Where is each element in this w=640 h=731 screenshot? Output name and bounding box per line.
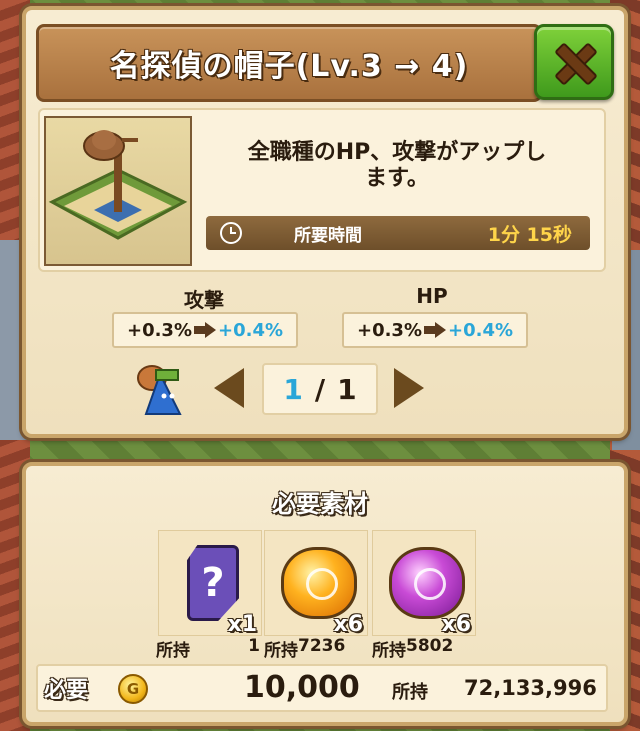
pager-separator: / xyxy=(314,372,326,406)
material-owned: 所持 1 xyxy=(156,636,260,661)
hat-stand-illustration xyxy=(48,130,188,240)
purple-gem-icon xyxy=(389,547,465,619)
stat-box-hp: +0.3% +0.4% xyxy=(342,312,528,348)
material-owned: 所持 7236 xyxy=(264,636,368,661)
time-bar: 所要時間 1分 15秒 xyxy=(206,216,590,250)
description-line-1: 全職種のHP、攻撃がアップし xyxy=(247,140,547,165)
materials-title: 必要素材 xyxy=(272,490,368,518)
character-icon xyxy=(128,356,192,416)
close-button[interactable] xyxy=(534,24,614,100)
stat-box-attack: +0.3% +0.4% xyxy=(112,312,298,348)
mystery-item-icon: ? xyxy=(187,545,239,621)
pager-prev-button[interactable] xyxy=(214,368,244,408)
owned-label: 所持 xyxy=(372,641,406,661)
material-slot[interactable]: ? x1 xyxy=(158,530,262,637)
stat-to: +0.4% xyxy=(448,319,514,341)
material-count: x6 xyxy=(333,612,364,637)
orange-gem-icon xyxy=(281,547,357,619)
material-slot[interactable]: x6 xyxy=(372,530,476,637)
stat-to: +0.4% xyxy=(218,319,284,341)
stat-from: +0.3% xyxy=(356,319,422,341)
arrow-right-icon xyxy=(194,322,216,338)
item-description: 全職種のHP、攻撃がアップし ます。 xyxy=(200,140,594,192)
arrow-right-icon xyxy=(424,322,446,338)
pager-total: 1 xyxy=(337,372,357,406)
gold-coin-icon: G xyxy=(118,674,148,704)
dialog-title: 名探偵の帽子(Lv.3 → 4) xyxy=(109,49,469,84)
material-owned: 所持 5802 xyxy=(372,636,476,661)
owned-label: 所持 xyxy=(156,641,190,661)
own-value: 72,133,996 xyxy=(464,676,597,700)
time-value: 1分 15秒 xyxy=(487,223,572,246)
owned-value: 1 xyxy=(248,636,260,656)
time-label: 所要時間 xyxy=(294,225,362,246)
material-count: x1 xyxy=(227,612,258,637)
material-count: x6 xyxy=(441,612,472,637)
stat-from: +0.3% xyxy=(126,319,192,341)
close-icon xyxy=(554,42,594,82)
owned-value: 5802 xyxy=(406,636,454,656)
stat-label-attack: 攻撃 xyxy=(184,288,224,312)
pager-indicator: 1 / 1 xyxy=(262,363,378,415)
pager-current: 1 xyxy=(283,372,303,406)
own-label: 所持 xyxy=(392,682,428,703)
material-slot[interactable]: x6 xyxy=(264,530,368,637)
owned-label: 所持 xyxy=(264,641,298,661)
clock-icon xyxy=(220,222,242,244)
pager-next-button[interactable] xyxy=(394,368,424,408)
owned-value: 7236 xyxy=(298,636,346,656)
item-thumbnail xyxy=(44,116,192,266)
title-banner: 名探偵の帽子(Lv.3 → 4) xyxy=(36,24,542,102)
need-value: 10,000 xyxy=(244,670,360,705)
description-line-2: ます。 xyxy=(365,166,429,191)
stat-label-hp: HP xyxy=(416,284,448,308)
need-label: 必要 xyxy=(44,678,89,703)
